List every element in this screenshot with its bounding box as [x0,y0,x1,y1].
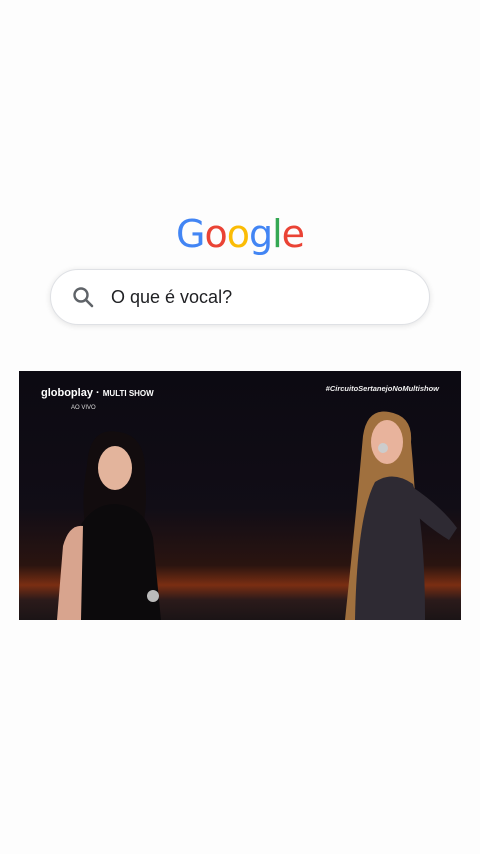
search-bar[interactable]: O que é vocal? [50,269,430,325]
channel-watermark: globoplay · MULTI SHOW AO VIVO [41,387,154,414]
logo-letter: g [248,212,273,256]
logo-letter: o [226,212,250,256]
brand-separator: · [96,387,100,399]
logo-letter: G [175,212,205,256]
search-query[interactable]: O que é vocal? [111,287,232,308]
hashtag-watermark: #CircuitoSertanejoNoMultishow [325,384,439,393]
performer-left [57,431,161,620]
live-label: AO VIVO [71,405,96,411]
logo-letter: l [272,212,283,256]
performer-right [345,411,457,620]
logo-letter: o [204,212,227,256]
search-icon[interactable] [71,285,95,309]
google-logo: Google [0,212,480,256]
logo-letter: e [281,212,305,256]
brand-multishow: MULTI SHOW [102,389,154,398]
brand-globoplay: globoplay [41,387,93,399]
video-player[interactable]: globoplay · MULTI SHOW AO VIVO #Circuito… [19,371,461,620]
